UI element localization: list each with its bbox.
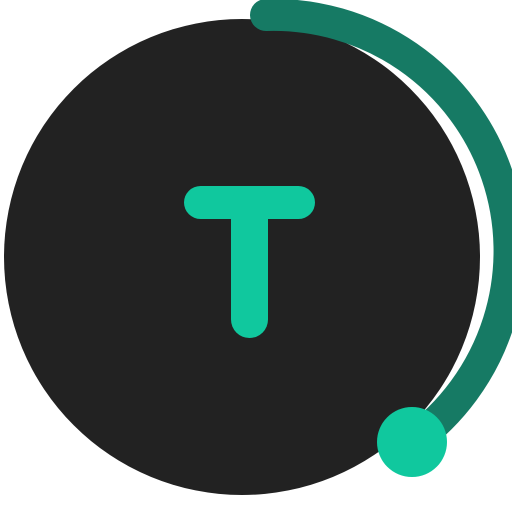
logo-graphic — [4, 0, 512, 495]
app-logo — [0, 0, 512, 512]
knob-dot-icon — [377, 407, 447, 477]
letter-t-stem — [231, 186, 268, 338]
